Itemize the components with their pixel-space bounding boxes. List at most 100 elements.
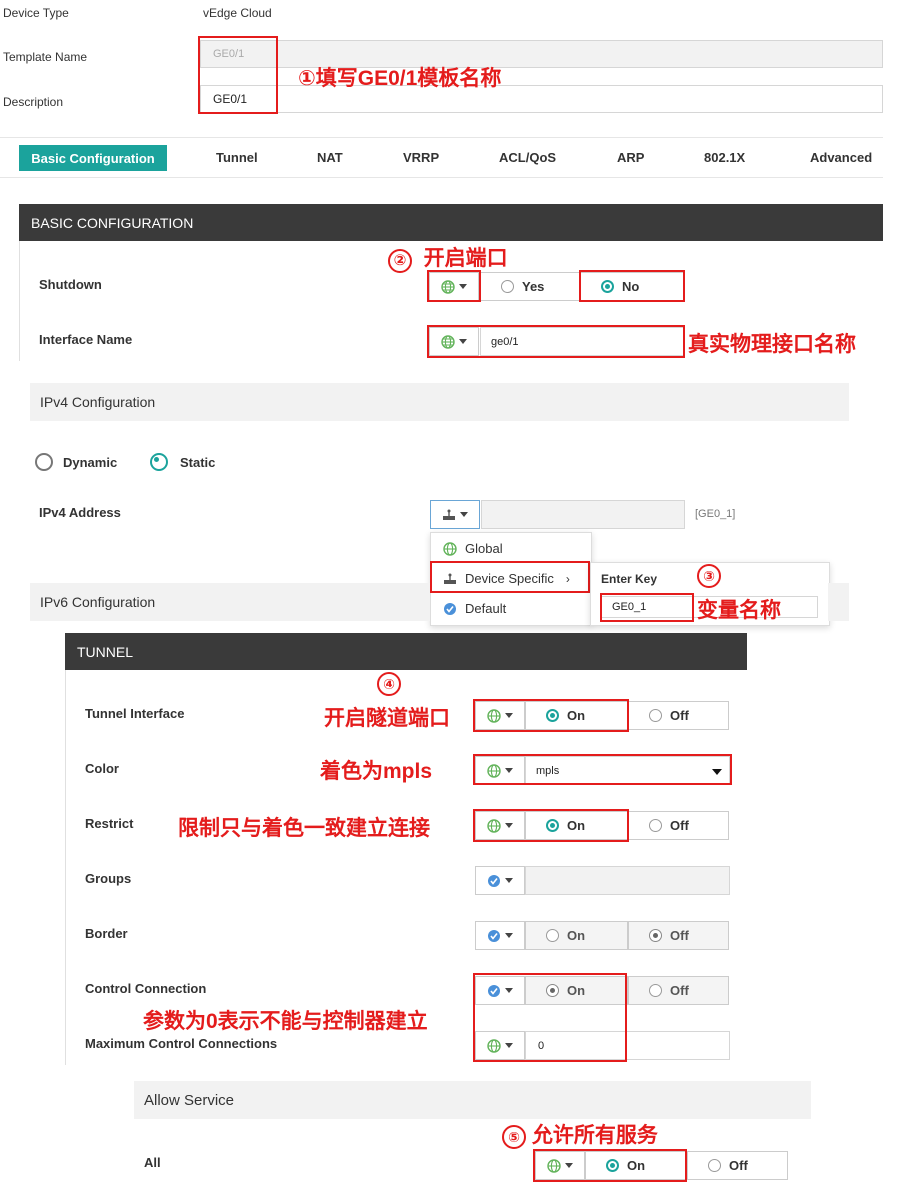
allow-service-section-title: Allow Service xyxy=(134,1081,811,1119)
tab-arp[interactable]: ARP xyxy=(617,150,644,165)
annotation-open-port: ② 开启端口 xyxy=(388,242,508,273)
menu-item-default[interactable]: Default xyxy=(443,601,506,616)
ipv4-dynamic-label: Dynamic xyxy=(63,454,118,470)
tabs-top-divider xyxy=(0,137,883,138)
ipv6-section-tail xyxy=(828,583,849,621)
step-5-badge: ⑤ xyxy=(502,1125,526,1149)
tunnel-interface-off-label: Off xyxy=(670,708,689,723)
ipv4-address-variable: [GE0_1] xyxy=(695,508,736,520)
annotation-template-name: ①填写GE0/1模板名称 xyxy=(298,67,502,90)
border-off-label: Off xyxy=(670,928,689,943)
annotation-color-mpls: 着色为mpls xyxy=(320,760,433,783)
radio-selected-icon xyxy=(150,453,168,471)
color-label: Color xyxy=(85,761,119,776)
device-type-value: vEdge Cloud xyxy=(203,6,272,20)
tunnel-header: TUNNEL xyxy=(65,633,747,670)
interface-name-label: Interface Name xyxy=(39,332,133,347)
radio-icon xyxy=(501,280,514,293)
radio-icon xyxy=(546,929,559,942)
check-badge-icon xyxy=(488,929,500,942)
ipv4-address-input[interactable] xyxy=(481,500,685,529)
annotation-restrict: 限制只与着色一致建立连接 xyxy=(178,817,430,840)
radio-icon xyxy=(35,453,53,471)
tab-advanced[interactable]: Advanced xyxy=(810,150,872,165)
highlight-enter-key xyxy=(600,593,694,622)
control-connection-off-label: Off xyxy=(670,983,689,998)
annotation-variable-name: 变量名称 xyxy=(697,599,781,622)
highlight-tunnel-interface xyxy=(473,699,629,732)
tab-acl-qos[interactable]: ACL/QoS xyxy=(499,150,556,165)
groups-scope-dropdown[interactable] xyxy=(475,866,525,895)
basic-panel-border xyxy=(19,241,20,361)
restrict-off[interactable]: Off xyxy=(628,811,729,840)
globe-icon xyxy=(443,541,457,556)
enter-key-label: Enter Key xyxy=(601,572,658,586)
template-name-label: Template Name xyxy=(3,50,88,64)
check-badge-icon xyxy=(488,874,500,887)
device-type-label: Device Type xyxy=(3,6,69,20)
ipv4-dynamic-option[interactable]: Dynamic xyxy=(35,453,117,471)
allow-all-label: All xyxy=(144,1155,161,1170)
description-label: Description xyxy=(3,95,64,109)
highlight-allow-all xyxy=(533,1149,687,1182)
menu-item-default-label: Default xyxy=(465,601,507,616)
chevron-down-icon xyxy=(505,878,513,883)
ipv4-section-title: IPv4 Configuration xyxy=(30,383,849,421)
ipv4-static-label: Static xyxy=(180,454,216,470)
menu-item-global-label: Global xyxy=(465,541,503,556)
border-off[interactable]: Off xyxy=(628,921,729,950)
max-control-connections-label: Maximum Control Connections xyxy=(85,1036,278,1051)
control-connection-off[interactable]: Off xyxy=(628,976,729,1005)
chevron-down-icon xyxy=(460,512,468,517)
annotation-open-tunnel: 开启隧道端口 xyxy=(324,707,450,730)
annotation-allow-all: ⑤ 允许所有服务 xyxy=(502,1119,658,1149)
highlight-template-name xyxy=(198,36,278,114)
groups-input[interactable] xyxy=(525,866,730,895)
device-icon xyxy=(443,509,455,520)
tab-tunnel[interactable]: Tunnel xyxy=(216,150,258,165)
highlight-shutdown-no xyxy=(579,270,685,302)
step-4-badge: ④ xyxy=(377,672,401,696)
annotation-physical-interface: 真实物理接口名称 xyxy=(688,333,856,356)
annotation-open-port-text: 开启端口 xyxy=(423,247,508,270)
highlight-control-connections xyxy=(473,973,627,1062)
highlight-interface-name xyxy=(427,325,685,358)
radio-selected-icon xyxy=(649,929,662,942)
shutdown-yes-option[interactable]: Yes xyxy=(480,272,580,301)
menu-item-global[interactable]: Global xyxy=(443,541,503,556)
ipv4-address-scope-dropdown[interactable] xyxy=(430,500,480,529)
tab-basic-configuration[interactable]: Basic Configuration xyxy=(19,145,167,171)
shutdown-label: Shutdown xyxy=(39,277,102,292)
restrict-label: Restrict xyxy=(85,816,134,831)
tab-8021x[interactable]: 802.1X xyxy=(704,150,745,165)
radio-icon xyxy=(649,984,662,997)
chevron-down-icon xyxy=(505,933,513,938)
tab-vrrp[interactable]: VRRP xyxy=(403,150,439,165)
annotation-allow-all-text: 允许所有服务 xyxy=(531,1124,658,1147)
allow-all-off[interactable]: Off xyxy=(687,1151,788,1180)
step-3-badge-wrap: ③ xyxy=(697,563,721,588)
step-3-badge: ③ xyxy=(697,564,721,588)
allow-all-off-label: Off xyxy=(729,1158,748,1173)
step-2-badge: ② xyxy=(388,249,412,273)
highlight-restrict xyxy=(473,809,629,842)
groups-label: Groups xyxy=(85,871,132,886)
radio-icon xyxy=(649,709,662,722)
ipv4-static-option[interactable]: Static xyxy=(150,453,215,471)
tunnel-interface-off[interactable]: Off xyxy=(628,701,729,730)
shutdown-yes-label: Yes xyxy=(522,279,545,294)
highlight-shutdown-scope xyxy=(427,270,481,302)
ipv4-address-label: IPv4 Address xyxy=(39,505,121,520)
border-label: Border xyxy=(85,926,128,941)
radio-icon xyxy=(649,819,662,832)
tabs-bottom-divider xyxy=(0,177,883,178)
border-on[interactable]: On xyxy=(525,921,628,950)
basic-config-header: BASIC CONFIGURATION xyxy=(19,204,883,241)
radio-icon xyxy=(708,1159,721,1172)
restrict-off-label: Off xyxy=(670,818,689,833)
control-connection-label: Control Connection xyxy=(85,981,207,996)
check-badge-icon xyxy=(444,602,456,615)
step-4-badge-wrap: ④ xyxy=(377,671,401,696)
border-scope-dropdown[interactable] xyxy=(475,921,525,950)
tab-nat[interactable]: NAT xyxy=(317,150,343,165)
